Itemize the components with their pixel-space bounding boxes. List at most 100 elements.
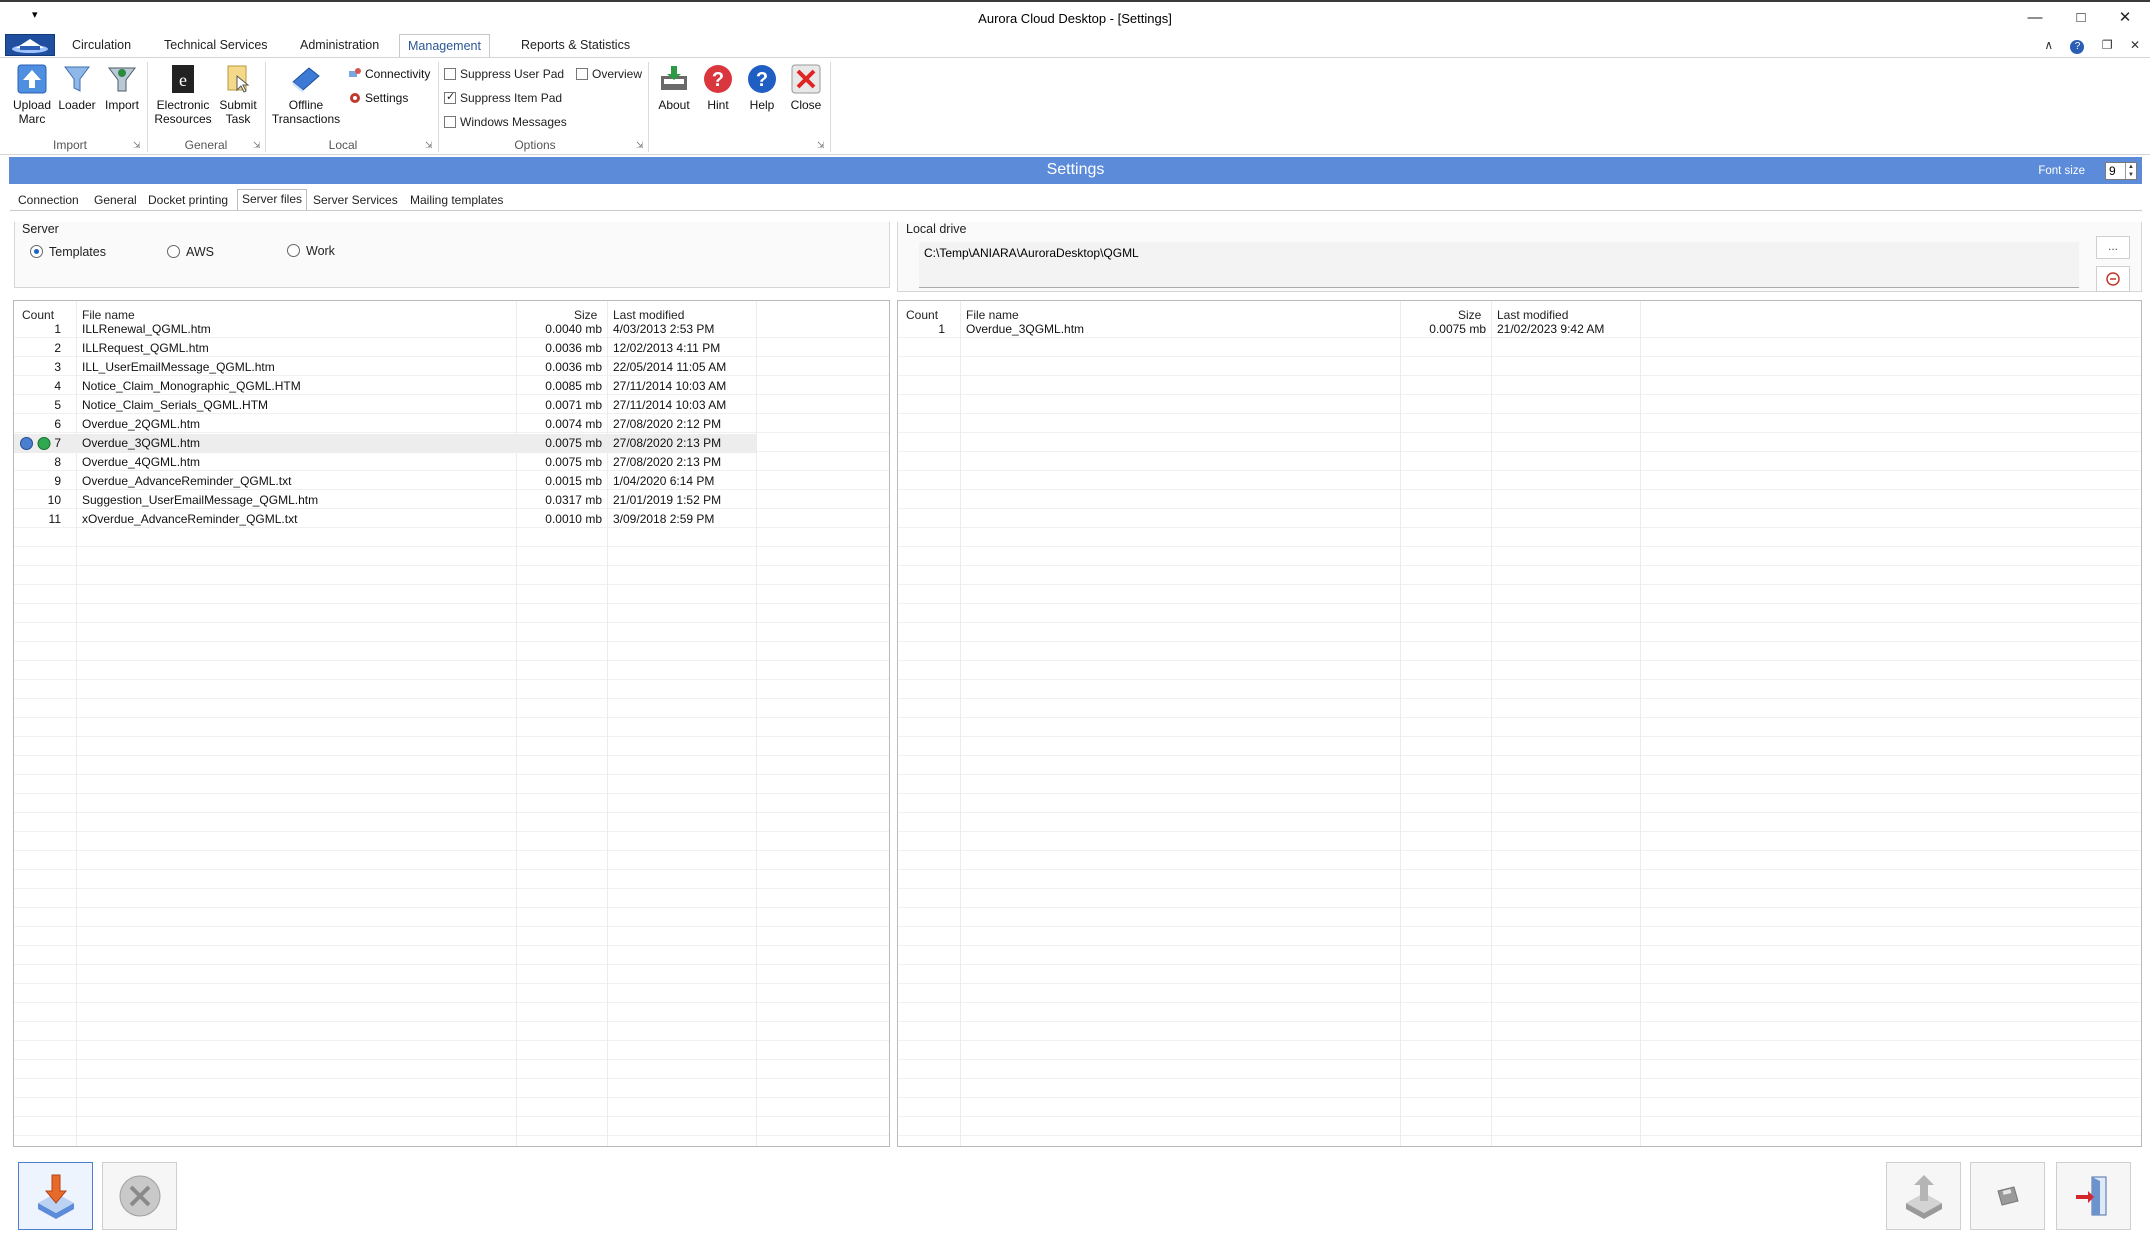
download-button[interactable] xyxy=(18,1162,93,1230)
table-row[interactable]: 6 Overdue_2QGML.htm 0.0074 mb 27/08/2020 2:… xyxy=(14,415,756,434)
suppress-item-pad-label: Suppress Item Pad xyxy=(460,91,563,105)
help-launcher-icon[interactable]: ⇲ xyxy=(817,140,825,151)
help-circle-icon[interactable]: ? xyxy=(2070,40,2085,54)
server-option-templates[interactable]: Templates xyxy=(30,245,106,259)
browse-button[interactable]: ... xyxy=(2096,236,2130,259)
tab-mailing-templates[interactable]: Mailing templates xyxy=(406,191,507,211)
cancel-button[interactable] xyxy=(102,1162,177,1230)
tab-connection[interactable]: Connection xyxy=(14,191,83,211)
cell-size: 0.0075 mb xyxy=(1429,322,1486,336)
tab-general[interactable]: General xyxy=(90,191,141,211)
column-divider xyxy=(1400,301,1401,1146)
local-files-grid[interactable]: Count File name Size Last modified 1 Over… xyxy=(897,300,2142,1147)
radio-selected-icon xyxy=(30,245,43,258)
cell-last-modified: 3/09/2018 2:59 PM xyxy=(613,512,715,526)
server-option-work[interactable]: Work xyxy=(287,244,335,258)
cell-size: 0.0040 mb xyxy=(545,322,602,336)
cell-file-name: ILL_UserEmailMessage_QGML.htm xyxy=(82,360,275,374)
server-option-label: AWS xyxy=(186,245,215,259)
about-button[interactable]: About xyxy=(654,62,694,112)
upload-to-server-button[interactable] xyxy=(1886,1162,1961,1230)
tab-reports-statistics[interactable]: Reports & Statistics xyxy=(513,34,638,58)
electronic-resources-button[interactable]: e Electronic Resources xyxy=(152,62,214,126)
suppress-item-pad-checkbox[interactable]: Suppress Item Pad xyxy=(444,90,563,105)
table-row[interactable]: 5 Notice_Claim_Serials_QGML.HTM 0.0071 mb 2… xyxy=(14,396,756,415)
floppy-disk-icon xyxy=(1996,1186,2019,1206)
table-row[interactable]: 9 Overdue_AdvanceReminder_QGML.txt 0.0015 … xyxy=(14,472,756,491)
font-size-label: Font size xyxy=(2038,165,2085,177)
tab-administration[interactable]: Administration xyxy=(292,34,387,58)
tab-server-services[interactable]: Server Services xyxy=(309,191,402,211)
settings-button[interactable]: Settings xyxy=(348,91,408,105)
cell-size: 0.0010 mb xyxy=(545,512,602,526)
tab-technical-services[interactable]: Technical Services xyxy=(156,34,276,58)
stepper-arrows-icon[interactable]: ▲ ▼ xyxy=(2125,163,2136,179)
title-bar: ▾ Aurora Cloud Desktop - [Settings] — □ … xyxy=(0,0,2150,30)
tab-management[interactable]: Management xyxy=(399,34,490,58)
options-launcher-icon[interactable]: ⇲ xyxy=(636,140,644,151)
group-divider xyxy=(830,62,831,152)
table-row[interactable]: 2 ILLRequest_QGML.htm 0.0036 mb 12/02/2013 … xyxy=(14,339,756,358)
server-option-aws[interactable]: AWS xyxy=(167,245,214,259)
restore-child-icon[interactable]: ❐ xyxy=(2102,38,2113,52)
close-window-button[interactable]: ✕ xyxy=(2102,4,2148,32)
server-files-grid[interactable]: Count File name Size Last modified 1 ILLR… xyxy=(13,300,890,1147)
table-row[interactable]: 7 Overdue_3QGML.htm 0.0075 mb 27/08/2020 2:… xyxy=(14,434,756,453)
cell-file-name: Overdue_3QGML.htm xyxy=(966,322,1085,336)
table-row[interactable]: 8 Overdue_4QGML.htm 0.0075 mb 27/08/2020 2:… xyxy=(14,453,756,472)
svg-text:?: ? xyxy=(712,69,724,91)
suppress-user-pad-checkbox[interactable]: Suppress User Pad xyxy=(444,67,564,81)
table-row[interactable]: 3 ILL_UserEmailMessage_QGML.htm 0.0036 mb 2… xyxy=(14,358,756,377)
group-divider xyxy=(648,62,649,152)
clear-path-button[interactable] xyxy=(2096,266,2130,292)
tab-circulation[interactable]: Circulation xyxy=(64,34,139,58)
tab-server-files[interactable]: Server files xyxy=(237,189,308,211)
offline-transactions-button[interactable]: Offline Transactions xyxy=(268,62,344,126)
tab-docket-printing[interactable]: Docket printing xyxy=(144,191,232,211)
table-row[interactable]: 11 xOverdue_AdvanceReminder_QGML.txt 0.001… xyxy=(14,510,756,529)
table-row[interactable]: 4 Notice_Claim_Monographic_QGML.HTM 0.0085… xyxy=(14,377,756,396)
local-path-field[interactable]: C:\Temp\ANIARA\AuroraDesktop\QGML xyxy=(919,242,2079,288)
cell-file-name: Notice_Claim_Serials_QGML.HTM xyxy=(82,398,269,412)
hint-button[interactable]: ? Hint xyxy=(698,62,738,112)
column-divider xyxy=(1640,301,1641,1146)
overview-checkbox[interactable]: Overview xyxy=(576,67,642,81)
save-button[interactable] xyxy=(1970,1162,2045,1230)
windows-messages-checkbox[interactable]: Windows Messages xyxy=(444,115,567,129)
upload-marc-label: Upload Marc xyxy=(12,98,52,126)
exit-button[interactable] xyxy=(2056,1162,2131,1230)
font-size-stepper[interactable]: 9 ▲ ▼ xyxy=(2105,162,2137,180)
collapse-ribbon-icon[interactable]: ∧ xyxy=(2044,38,2053,52)
table-row[interactable]: 1 ILLRenewal_QGML.htm 0.0040 mb 4/03/2013 2… xyxy=(14,320,756,339)
help-button[interactable]: ? Help xyxy=(742,62,782,112)
general-launcher-icon[interactable]: ⇲ xyxy=(253,140,261,151)
cell-file-name: Notice_Claim_Monographic_QGML.HTM xyxy=(82,379,301,393)
server-option-label: Templates xyxy=(49,245,106,259)
cell-last-modified: 1/04/2020 6:14 PM xyxy=(613,474,715,488)
cell-count: 7 xyxy=(54,436,61,450)
group-options-label: Options xyxy=(514,138,556,152)
cell-size: 0.0075 mb xyxy=(545,436,602,450)
loader-button[interactable]: Loader xyxy=(56,62,98,112)
connectivity-icon xyxy=(349,68,361,77)
table-row[interactable]: 10 Suggestion_UserEmailMessage_QGML.htm 0.… xyxy=(14,491,756,510)
close-child-icon[interactable]: ✕ xyxy=(2130,38,2140,52)
window-title: Aurora Cloud Desktop - [Settings] xyxy=(978,11,1172,26)
minimize-button[interactable]: — xyxy=(2012,4,2058,32)
table-row[interactable]: 1 Overdue_3QGML.htm 0.0075 mb 21/02/2023 9:… xyxy=(898,320,1640,339)
submit-task-label: Submit Task xyxy=(219,98,257,126)
close-x-icon xyxy=(791,64,821,94)
checkbox-box xyxy=(444,116,456,128)
settings-title: Settings xyxy=(1046,161,1105,178)
import-launcher-icon[interactable]: ⇲ xyxy=(133,140,141,151)
ribbon-controls: ∧ ? ❐ ✕ xyxy=(2030,38,2140,54)
connectivity-button[interactable]: Connectivity xyxy=(348,67,430,81)
app-menu-button[interactable] xyxy=(5,34,55,56)
upload-marc-button[interactable]: Upload Marc xyxy=(10,62,54,126)
close-button[interactable]: Close xyxy=(786,62,826,112)
import-button[interactable]: Import xyxy=(100,62,144,112)
submit-task-button[interactable]: Submit Task xyxy=(216,62,260,126)
local-launcher-icon[interactable]: ⇲ xyxy=(425,140,433,151)
maximize-button[interactable]: □ xyxy=(2058,4,2104,32)
cell-count: 9 xyxy=(54,474,61,488)
